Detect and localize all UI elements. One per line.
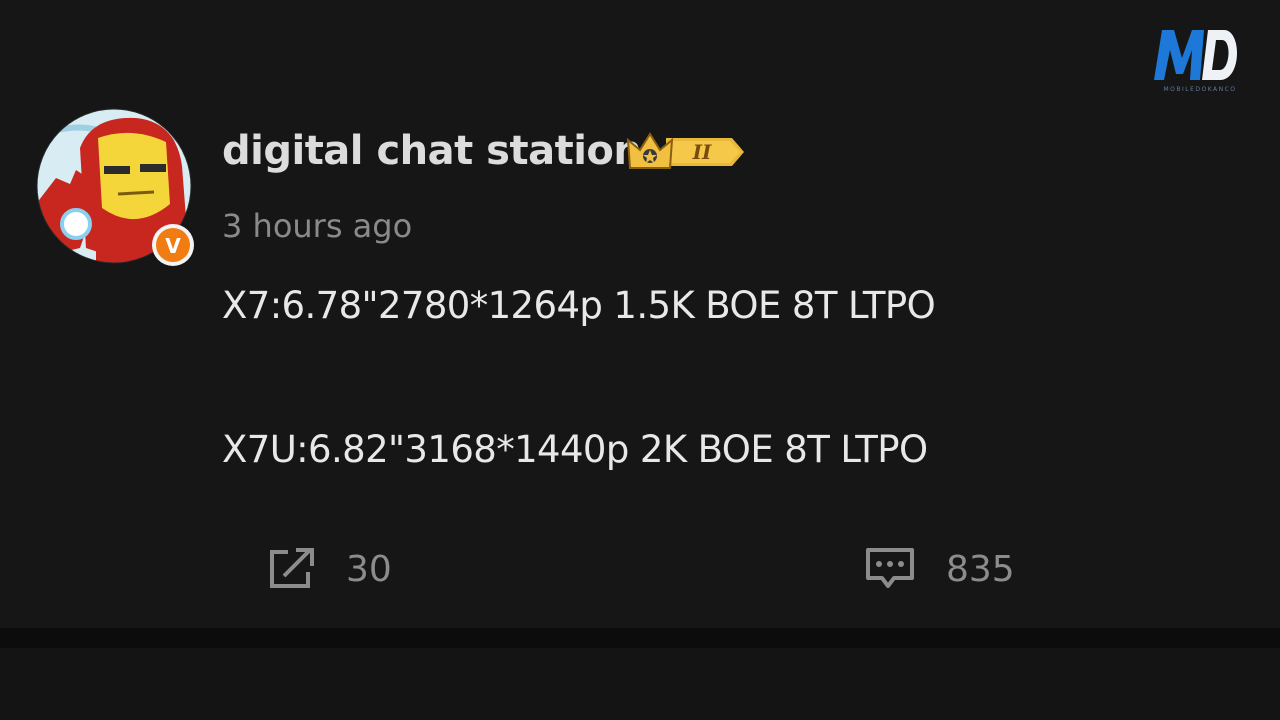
post-text-line: X7:6.78"2780*1264p 1.5K BOE 8T LTPO	[222, 284, 936, 327]
crown-level-badge: II	[626, 128, 746, 176]
share-count: 30	[346, 548, 392, 590]
post-screenshot: MOBILEDOKANCO V digital chat station II …	[0, 0, 1280, 720]
level-badge-label: II	[692, 140, 712, 164]
author-name[interactable]: digital chat station	[222, 128, 642, 174]
verified-badge-label: V	[165, 234, 181, 258]
watermark-tagline: MOBILEDOKANCO	[1163, 86, 1237, 93]
post-text-line: X7U:6.82"3168*1440p 2K BOE 8T LTPO	[222, 428, 928, 471]
comment-button[interactable]: 835	[864, 546, 1015, 592]
comment-count: 835	[946, 548, 1015, 590]
footer-area	[0, 648, 1280, 720]
verified-badge: V	[150, 222, 196, 268]
watermark-logo: MOBILEDOKANCO	[1150, 24, 1250, 98]
post-timestamp: 3 hours ago	[222, 207, 413, 245]
share-button[interactable]: 30	[266, 546, 392, 592]
divider	[0, 628, 1280, 648]
comment-icon	[864, 546, 916, 592]
share-icon	[266, 546, 316, 592]
